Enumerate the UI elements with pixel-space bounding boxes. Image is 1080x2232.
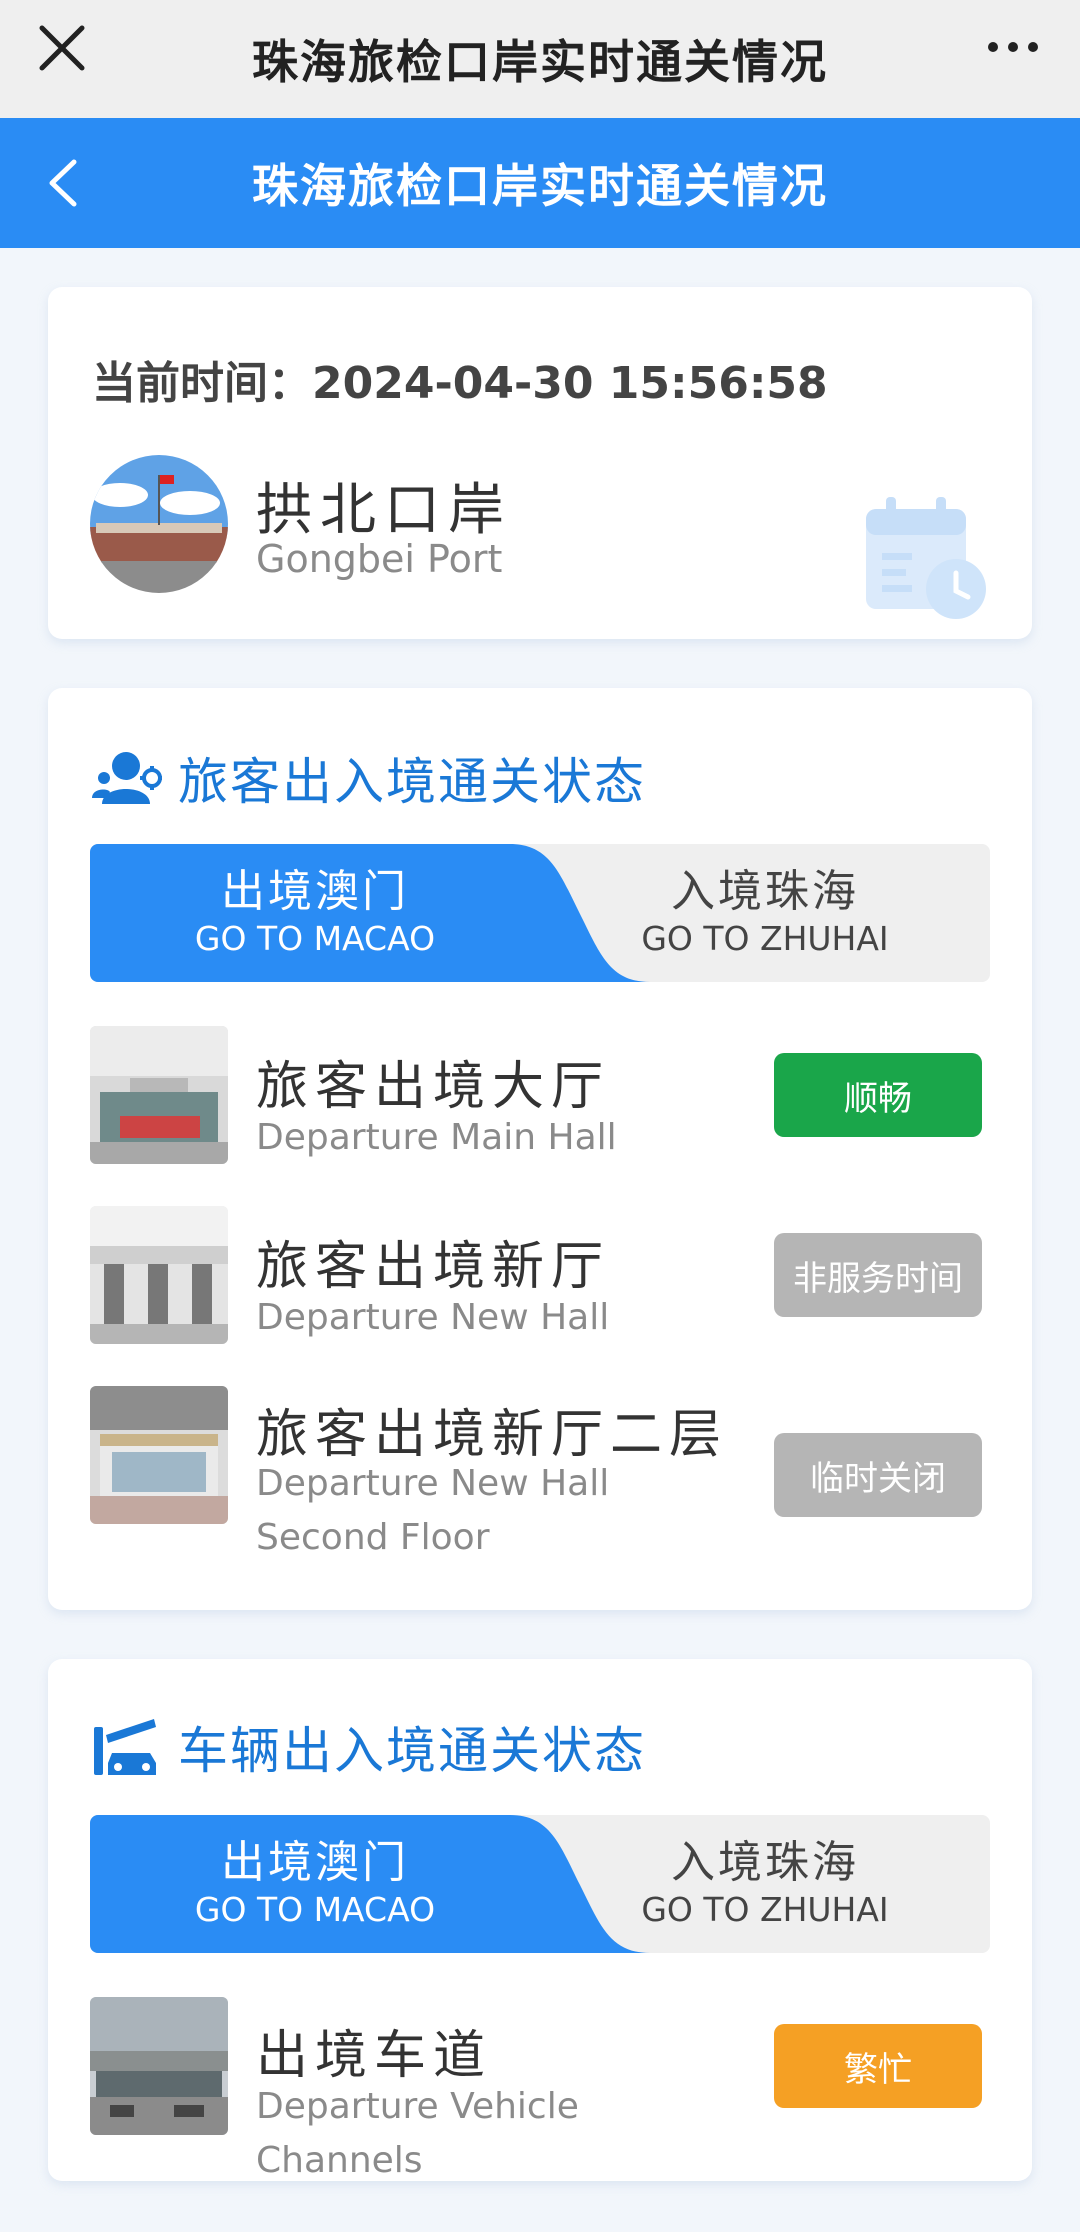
- page-title: 珠海旅检口岸实时通关情况: [252, 159, 828, 213]
- page-header: 珠海旅检口岸实时通关情况: [0, 118, 1080, 248]
- departure-new-hall-photo: [90, 1206, 228, 1344]
- window-top-bar: 珠海旅检口岸实时通关情况: [0, 0, 1080, 118]
- back-arrow-icon[interactable]: [44, 158, 84, 208]
- status-badge: 非服务时间: [774, 1233, 982, 1317]
- vehicle-gate-icon: [94, 1719, 156, 1775]
- status-badge: 顺畅: [774, 1053, 982, 1137]
- current-time: 当前时间：2024-04-30 15:56:58: [92, 347, 828, 411]
- window-title: 珠海旅检口岸实时通关情况: [252, 35, 828, 89]
- tab-go-to-macao[interactable]: 出境澳门 GO TO MACAO: [90, 844, 540, 982]
- vehicle-channels-photo: [90, 1997, 228, 2135]
- row-label-en: Departure Main Hall: [256, 1117, 617, 1158]
- more-icon[interactable]: [988, 42, 1038, 52]
- row-label-cn: 旅客出境新厅二层: [256, 1405, 729, 1465]
- passenger-section-title: 旅客出入境通关状态: [178, 753, 646, 811]
- row-label-cn: 出境车道: [256, 2026, 493, 2086]
- port-name-en: Gongbei Port: [256, 537, 503, 581]
- status-badge: 临时关闭: [774, 1433, 982, 1517]
- vehicle-direction-tabs: 出境澳门 GO TO MACAO 入境珠海 GO TO ZHUHAI: [90, 1815, 990, 1953]
- departure-main-hall-photo: [90, 1026, 228, 1164]
- tab-go-to-macao[interactable]: 出境澳门 GO TO MACAO: [90, 1815, 540, 1953]
- passenger-icon: [92, 752, 162, 804]
- row-label-en: Departure New Hall: [256, 1297, 610, 1338]
- tab-go-to-zhuhai[interactable]: 入境珠海 GO TO ZHUHAI: [540, 1815, 990, 1953]
- calendar-clock-icon: [866, 497, 986, 619]
- departure-new-hall-2f-photo: [90, 1386, 228, 1524]
- row-label-cn: 旅客出境大厅: [256, 1057, 611, 1117]
- current-time-value: 2024-04-30 15:56:58: [312, 358, 828, 409]
- passenger-section-header: 旅客出入境通关状态: [92, 742, 646, 814]
- vehicle-section-title: 车辆出入境通关状态: [178, 1722, 646, 1780]
- port-avatar: [90, 455, 228, 593]
- vehicle-section-header: 车辆出入境通关状态: [92, 1711, 646, 1783]
- tab-go-to-zhuhai[interactable]: 入境珠海 GO TO ZHUHAI: [540, 844, 990, 982]
- current-time-label: 当前时间：: [92, 358, 312, 409]
- close-icon[interactable]: [34, 20, 90, 76]
- row-label-cn: 旅客出境新厅: [256, 1237, 611, 1297]
- status-badge: 繁忙: [774, 2024, 982, 2108]
- row-label-en: Departure New Hall Second Floor: [256, 1463, 610, 1558]
- passenger-direction-tabs: 出境澳门 GO TO MACAO 入境珠海 GO TO ZHUHAI: [90, 844, 990, 982]
- passenger-status-card: 旅客出入境通关状态 出境澳门 GO TO MACAO 入境珠海 GO TO ZH…: [48, 688, 1032, 1610]
- port-name-cn: 拱北口岸: [256, 478, 512, 543]
- port-info-card: 当前时间：2024-04-30 15:56:58 拱北口岸 Gongbei Po…: [48, 287, 1032, 639]
- row-label-en: Departure Vehicle Channels: [256, 2086, 579, 2181]
- vehicle-status-card: 车辆出入境通关状态 出境澳门 GO TO MACAO 入境珠海 GO TO ZH…: [48, 1659, 1032, 2181]
